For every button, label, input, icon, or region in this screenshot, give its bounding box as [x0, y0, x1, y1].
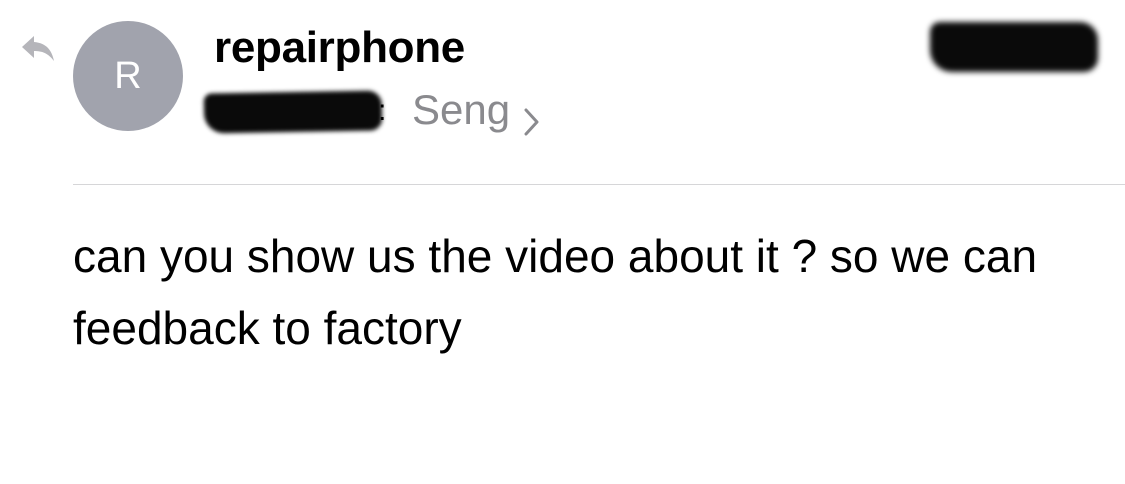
recipient-name: Seng [412, 86, 511, 133]
avatar-initial: R [114, 55, 142, 97]
sender-name[interactable]: repairphone [214, 22, 465, 74]
reply-arrow-icon[interactable] [18, 28, 58, 68]
recipient-row[interactable]: : Seng [203, 82, 604, 142]
recipient-colon: : [378, 94, 387, 127]
avatar[interactable]: R [73, 21, 183, 131]
redacted-date [930, 22, 1098, 72]
chevron-right-icon [524, 96, 540, 136]
message-body: can you show us the video about it ? so … [73, 230, 1038, 354]
recipient-link[interactable]: Seng [412, 84, 540, 136]
header-divider [73, 184, 1125, 185]
redacted-recipient-label [203, 90, 383, 134]
